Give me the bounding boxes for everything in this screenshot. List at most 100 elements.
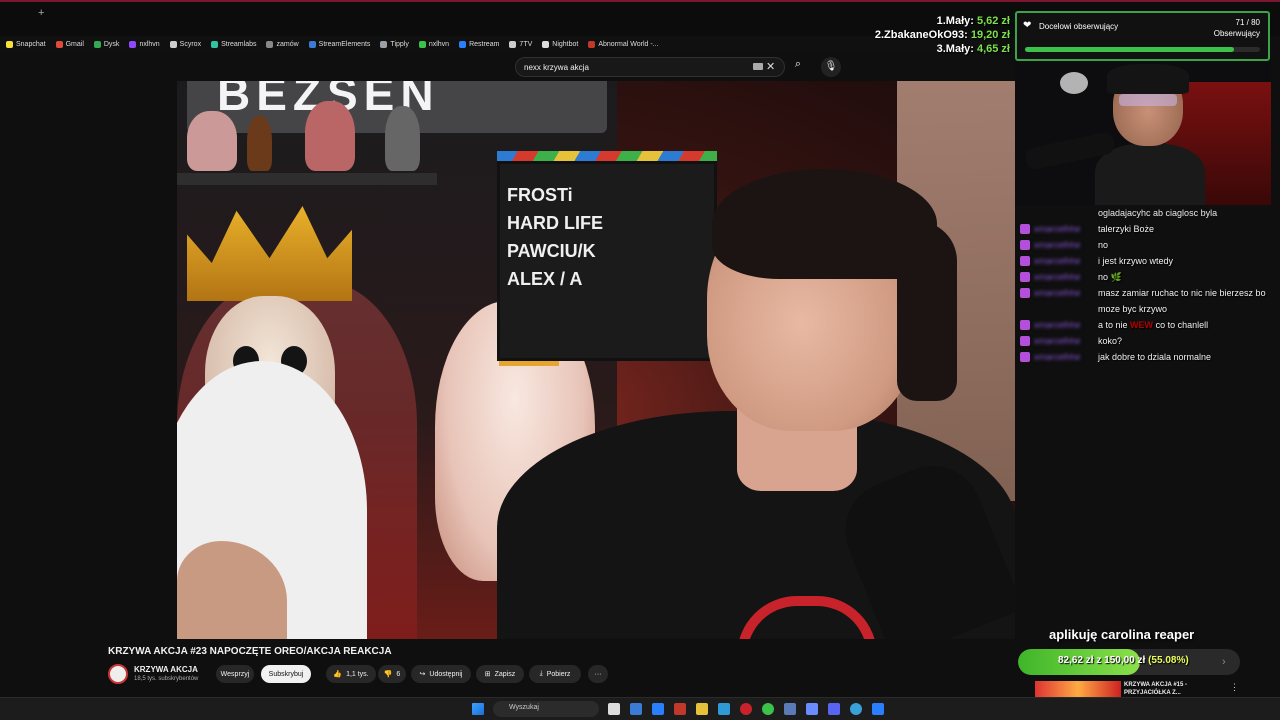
next-video-title[interactable]: KRZYWA AKCJA #15 - PRZYJACIÓŁKA Z... bbox=[1124, 681, 1187, 697]
chat-message: xmarcelhhe i jest krzywo wtedy bbox=[1020, 253, 1275, 269]
chat-username[interactable]: xmarcelhhe bbox=[1034, 221, 1094, 237]
bookmark-item[interactable]: Scyrox bbox=[169, 40, 201, 48]
chrome-icon[interactable] bbox=[762, 703, 774, 715]
share-icon: ↪ bbox=[419, 671, 426, 678]
bookmark-item[interactable]: Snapchat bbox=[6, 40, 46, 48]
bookmark-item[interactable]: StreamElements bbox=[308, 40, 370, 48]
edge-icon[interactable] bbox=[872, 703, 884, 715]
terminal-icon[interactable] bbox=[630, 703, 642, 715]
bookmark-item[interactable]: Dysk bbox=[93, 40, 119, 48]
opera-icon[interactable] bbox=[740, 703, 752, 715]
subscriber-badge-icon bbox=[1020, 272, 1030, 282]
dislike-button[interactable]: 👎 6 bbox=[378, 665, 406, 683]
search-icon[interactable]: ⌕ bbox=[788, 58, 808, 76]
support-button[interactable]: Wesprzyj bbox=[216, 665, 254, 683]
donor-name: 3.Mały: bbox=[936, 43, 974, 55]
channel-avatar[interactable] bbox=[108, 664, 128, 684]
chat-username[interactable]: xmarcelhhe bbox=[1034, 333, 1094, 349]
chat-text: co to chanlell bbox=[1155, 320, 1209, 330]
chat-username[interactable]: xmarcelhhe bbox=[1034, 269, 1094, 285]
chat-message: xmarcelhhe koko? bbox=[1020, 333, 1275, 349]
donor-row: 1.Mały: 5,62 zł bbox=[875, 14, 1010, 28]
windows-start-icon[interactable] bbox=[472, 703, 484, 715]
subscriber-badge-icon bbox=[1020, 224, 1030, 234]
share-button[interactable]: ↪ Udostępnij bbox=[411, 665, 471, 683]
donor-name: 1.Mały: bbox=[936, 15, 974, 27]
bookmark-label: nxlhvn bbox=[428, 40, 450, 48]
bookmark-icon bbox=[211, 40, 219, 48]
bookmark-item[interactable]: 7TV bbox=[509, 40, 533, 48]
chat-emote: WEW bbox=[1130, 320, 1154, 330]
app-round-icon[interactable] bbox=[850, 703, 862, 715]
chat-text: talerzyki Boże bbox=[1098, 224, 1155, 234]
next-video-thumbnail[interactable] bbox=[1035, 681, 1121, 697]
bookmark-item[interactable]: Nightbot bbox=[542, 40, 578, 48]
chat-username[interactable]: xmarcelhhe bbox=[1034, 349, 1094, 365]
donor-name: 2.ZbakaneOkO93: bbox=[874, 29, 968, 41]
subscribe-button[interactable]: Subskrybuj bbox=[261, 665, 311, 683]
bookmark-item[interactable]: zamów bbox=[266, 40, 299, 48]
donation-current: 82,62 zł bbox=[1058, 655, 1094, 666]
bookmark-icon bbox=[542, 40, 550, 48]
bookmark-label: Snapchat bbox=[16, 40, 46, 48]
donation-goal-title: aplikuję carolina reaper bbox=[1049, 627, 1195, 642]
channel-name[interactable]: KRZYWA AKCJA bbox=[134, 665, 198, 674]
vscode-icon[interactable] bbox=[652, 703, 664, 715]
chat-message-text: jak dobre to dziala normalne bbox=[1098, 349, 1275, 365]
chat-message-text: koko? bbox=[1098, 333, 1275, 349]
browser-red-icon[interactable] bbox=[674, 703, 686, 715]
subscriber-badge-icon bbox=[1020, 336, 1030, 346]
bookmark-icon bbox=[6, 40, 13, 48]
app-blue-icon[interactable] bbox=[718, 703, 730, 715]
subscriber-badge-icon bbox=[1020, 352, 1030, 362]
taskbar: ⌕ Wyszukaj bbox=[0, 697, 1280, 720]
vpn-icon[interactable] bbox=[806, 703, 818, 715]
webcam-overlay bbox=[1015, 62, 1271, 205]
chat-text: masz zamiar ruchac to nic nie bierzesz b… bbox=[1098, 288, 1266, 314]
bookmark-icon bbox=[588, 40, 596, 48]
bookmark-item[interactable]: Restream bbox=[459, 40, 499, 48]
subscriber-badge-icon bbox=[1020, 256, 1030, 266]
close-icon[interactable]: ✕ bbox=[766, 60, 775, 73]
save-button[interactable]: ⊞ Zapisz bbox=[476, 665, 524, 683]
video-player[interactable]: BEZSEN FROSTi HARD LIFE PAWCIU/K ALEX / … bbox=[177, 81, 1015, 639]
chat-username[interactable]: xmarcelhhe bbox=[1034, 237, 1094, 253]
chat-message: xmarcelhhe no 🌿 bbox=[1020, 269, 1275, 285]
files-icon[interactable] bbox=[696, 703, 708, 715]
more-actions-button[interactable]: ··· bbox=[588, 665, 608, 683]
clapperboard-text: FROSTi HARD LIFE PAWCIU/K ALEX / A bbox=[507, 185, 603, 289]
bookmark-item[interactable]: nxlhvn bbox=[129, 40, 160, 48]
bookmark-item[interactable]: Tipply bbox=[380, 40, 409, 48]
discord-icon[interactable] bbox=[828, 703, 840, 715]
chat-message-text: a to nie WEW co to chanlell bbox=[1098, 317, 1275, 333]
bookmark-item[interactable]: Streamlabs bbox=[211, 40, 256, 48]
taskbar-search[interactable]: Wyszukaj bbox=[493, 701, 599, 717]
chat-text: i jest krzywo wtedy bbox=[1098, 256, 1174, 266]
microphone-icon[interactable]: 🎙 bbox=[821, 57, 841, 77]
streamer-headphones bbox=[1107, 64, 1189, 94]
chat-username[interactable]: xmarcelhhe bbox=[1034, 317, 1094, 333]
chat-username[interactable]: xmarcelhhe bbox=[1034, 253, 1094, 269]
download-button[interactable]: ⤓ Pobierz bbox=[529, 665, 581, 683]
steam-icon[interactable] bbox=[784, 703, 796, 715]
file-explorer-icon[interactable] bbox=[608, 703, 620, 715]
youtube-search-input[interactable]: nexx krzywa akcja bbox=[515, 57, 785, 77]
video-title: KRZYWA AKCJA #23 NAPOCZĘTE OREO/AKCJA RE… bbox=[108, 646, 392, 657]
more-vert-icon[interactable]: ⋮ bbox=[1230, 682, 1239, 693]
new-tab-button[interactable]: + bbox=[38, 7, 44, 19]
bookmark-icon bbox=[129, 40, 137, 48]
bookmark-item[interactable]: nxlhvn bbox=[418, 40, 450, 48]
chat-username[interactable]: xmarcelhhe bbox=[1034, 285, 1094, 301]
like-button[interactable]: 👍 1,1 tys. bbox=[326, 665, 376, 683]
bookmark-item[interactable]: Abnormal World -... bbox=[588, 40, 659, 48]
donation-percent: (55.08%) bbox=[1148, 655, 1189, 666]
keyboard-icon[interactable] bbox=[753, 63, 763, 70]
chat-message-list: xmarcelhhe talerzyki Boże xmarcelhhe no xmar… bbox=[1020, 221, 1275, 365]
figurine bbox=[385, 106, 420, 171]
bookmark-label: 7TV bbox=[519, 40, 533, 48]
chat-text: koko? bbox=[1098, 336, 1123, 346]
chevron-right-icon[interactable]: › bbox=[1222, 656, 1226, 668]
share-label: Udostępnij bbox=[429, 670, 463, 678]
bookmark-item[interactable]: Gmail bbox=[55, 40, 84, 48]
download-label: Pobierz bbox=[546, 670, 571, 678]
